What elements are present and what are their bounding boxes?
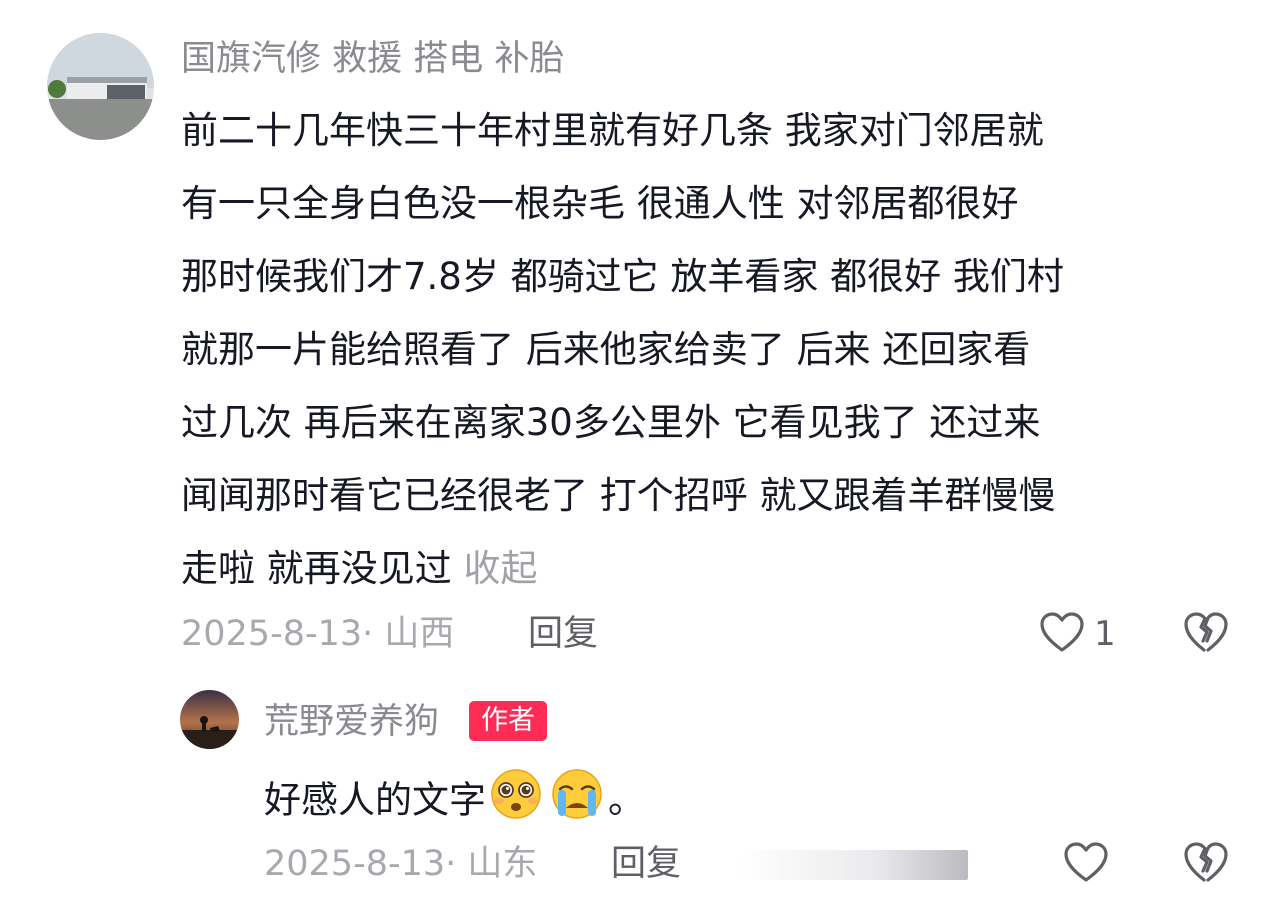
replier-username[interactable]: 荒野爱养狗 [264, 700, 439, 744]
comment-line: 那时候我们才7.8岁 都骑过它 放羊看家 都很好 我们村 [181, 255, 1064, 298]
author-badge: 作者 [469, 701, 547, 741]
pleading-face-emoji [486, 768, 546, 836]
comment-line: 闻闻那时看它已经很老了 打个招呼 就又跟着羊群慢慢 [181, 474, 1056, 517]
comment-line: 过几次 再后来在离家30多公里外 它看见我了 还过来 [181, 401, 1041, 444]
commenter-avatar[interactable] [47, 33, 154, 140]
comment-line: 就那一片能给照看了 后来他家给卖了 后来 还回家看 [181, 328, 1031, 371]
commenter-username[interactable]: 国旗汽修 救援 搭电 补胎 [181, 37, 564, 81]
crying-face-emoji [546, 768, 608, 836]
reply-button[interactable]: 回复 [528, 612, 598, 656]
heart-outline-icon [1062, 840, 1110, 888]
reply-text-content: 好感人的文字 [264, 778, 486, 822]
comment-line: 走啦 就再没见过 [181, 547, 452, 590]
comment-date-location: 2025-8-13· 山西 [181, 614, 455, 654]
reply-text-end: 。 [608, 778, 645, 822]
heart-outline-icon [1038, 610, 1086, 658]
like-button[interactable]: 1 [1038, 610, 1116, 658]
broken-heart-icon [1182, 840, 1230, 888]
dislike-button[interactable] [1182, 610, 1230, 658]
collapse-button[interactable]: 收起 [464, 547, 538, 590]
comment-line-last: 走啦 就再没见过 收起 [181, 532, 1241, 605]
comment-text: 前二十几年快三十年村里就有好几条 我家对门邻居就 有一只全身白色没一根杂毛 很通… [181, 94, 1241, 605]
broken-heart-icon [1182, 610, 1230, 658]
reply-dislike-button[interactable] [1182, 840, 1230, 888]
reply-reply-button[interactable]: 回复 [611, 842, 681, 886]
watermark-strip [740, 850, 968, 880]
comment-line: 前二十几年快三十年村里就有好几条 我家对门邻居就 [181, 109, 1044, 152]
like-count: 1 [1094, 614, 1116, 654]
reply-text: 好感人的文字 。 [264, 768, 645, 836]
replier-avatar[interactable] [180, 690, 239, 749]
reply-date-location: 2025-8-13· 山东 [264, 844, 538, 884]
reply-like-button[interactable] [1062, 840, 1110, 888]
comment-line: 有一只全身白色没一根杂毛 很通人性 对邻居都很好 [181, 182, 1019, 225]
